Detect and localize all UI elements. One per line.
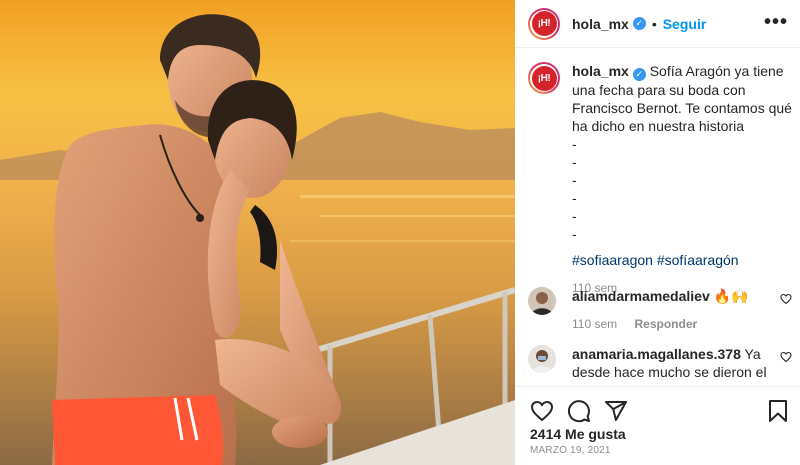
post-caption: ¡H! hola_mx ✓ Sofía Aragón ya tiene una f…: [528, 62, 793, 297]
post-photo[interactable]: [0, 0, 515, 465]
commenter-avatar[interactable]: [528, 345, 556, 373]
commenter-avatar-image: [528, 287, 556, 315]
comment-username[interactable]: anamaria.magallanes.378: [572, 346, 741, 362]
commenter-avatar-image: [528, 345, 556, 373]
save-button[interactable]: [767, 399, 789, 423]
share-icon[interactable]: [604, 399, 628, 423]
post-photo-illustration: [0, 0, 515, 465]
comment-text: 🔥🙌: [713, 288, 749, 304]
caption-dash: -: [572, 189, 577, 206]
account-username[interactable]: hola_mx: [572, 16, 629, 32]
caption-dash: -: [572, 153, 577, 170]
bookmark-icon[interactable]: [767, 399, 789, 423]
account-avatar[interactable]: ¡H!: [528, 7, 560, 40]
comment-body: aliamdarmamedaliev 🔥🙌 110 sem Responder: [572, 287, 776, 333]
caption-body: hola_mx ✓ Sofía Aragón ya tiene una fecha…: [572, 62, 793, 297]
comment-item: aliamdarmamedaliev 🔥🙌 110 sem Responder: [528, 287, 798, 333]
comment-meta: 110 sem Responder: [572, 315, 776, 333]
more-options-button[interactable]: •••: [764, 12, 788, 32]
caption-dash: -: [572, 207, 577, 224]
post-date[interactable]: MARZO 19, 2021: [530, 445, 611, 456]
post-actions: 2414 Me gusta MARZO 19, 2021: [515, 386, 800, 465]
action-icons: [530, 399, 628, 423]
reply-button[interactable]: Responder: [634, 317, 697, 331]
follow-button[interactable]: Seguir: [663, 16, 707, 32]
comment-item: anamaria.magallanes.378 Ya desde hace mu…: [528, 345, 798, 385]
comment-heart-icon[interactable]: [780, 351, 792, 363]
separator-dot: •: [651, 15, 657, 32]
caption-dash: -: [572, 135, 577, 152]
brand-logo: ¡H!: [531, 65, 557, 91]
verified-badge-icon: ✓: [632, 67, 646, 81]
post-side-panel: ¡H! hola_mx ✓ • Seguir ••• ¡H! hola_mx ✓ …: [515, 0, 800, 465]
caption-dash: -: [572, 171, 577, 188]
caption-username[interactable]: hola_mx: [572, 63, 629, 79]
likes-count[interactable]: 2414 Me gusta: [530, 426, 626, 442]
heart-icon[interactable]: [530, 399, 554, 423]
caption-dash: -: [572, 225, 577, 242]
brand-logo: ¡H!: [531, 11, 557, 36]
comment-body: anamaria.magallanes.378 Ya desde hace mu…: [572, 345, 776, 385]
avatar-ring: ¡H!: [530, 64, 558, 92]
caption-hashtags[interactable]: #sofiaaragon #sofíaaragón: [572, 251, 793, 269]
comment-heart-icon[interactable]: [780, 293, 792, 305]
post-header: ¡H! hola_mx ✓ • Seguir •••: [515, 0, 800, 48]
comment-time[interactable]: 110 sem: [572, 317, 617, 331]
caption-avatar[interactable]: ¡H!: [528, 62, 560, 94]
commenter-avatar[interactable]: [528, 287, 556, 315]
verified-badge-icon: ✓: [632, 17, 646, 30]
comment-username[interactable]: aliamdarmamedaliev: [572, 288, 710, 304]
comments-list[interactable]: ¡H! hola_mx ✓ Sofía Aragón ya tiene una f…: [515, 49, 800, 385]
comment-icon[interactable]: [567, 399, 591, 423]
avatar-ring: ¡H!: [530, 9, 558, 38]
